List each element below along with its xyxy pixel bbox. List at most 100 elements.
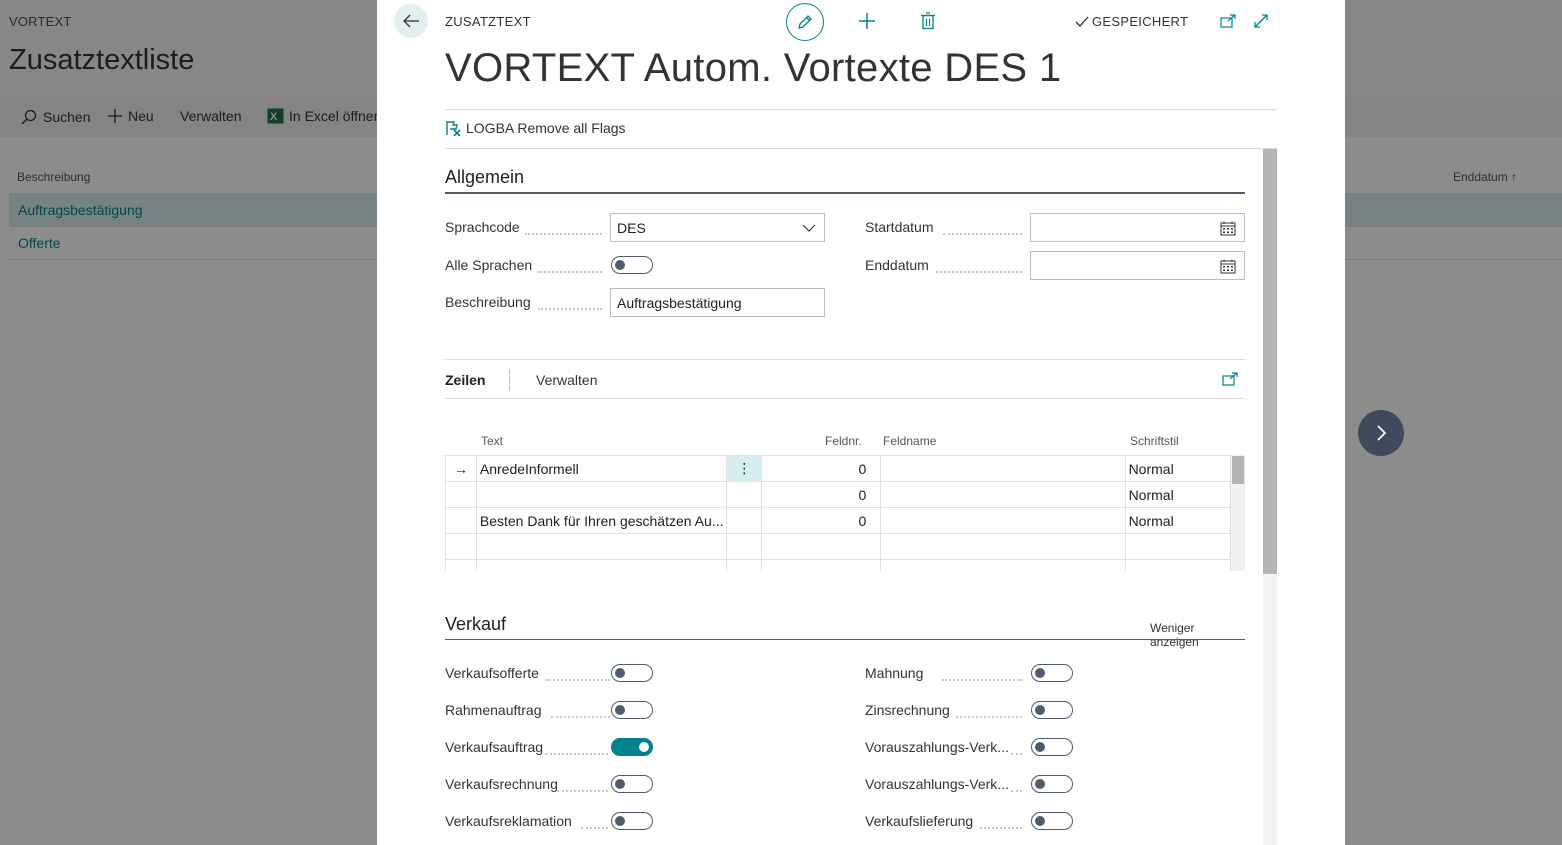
expand-button[interactable] xyxy=(1248,8,1274,34)
sales-option-label: Vorauszahlungs-Verk... xyxy=(865,739,1009,755)
show-less-link[interactable]: Weniger anzeigen xyxy=(1150,621,1245,649)
font-style-cell[interactable]: Normal xyxy=(1125,481,1232,508)
row-indicator xyxy=(445,559,477,571)
sales-option-toggle[interactable] xyxy=(611,775,653,793)
field-name-cell[interactable] xyxy=(880,455,1126,482)
sales-option-toggle[interactable] xyxy=(611,664,653,682)
arrow-left-icon xyxy=(403,14,419,28)
page-title: VORTEXT Autom. Vortexte DES 1 xyxy=(445,46,1062,90)
label-leader xyxy=(980,815,1022,829)
sales-option-toggle[interactable] xyxy=(611,701,653,719)
trash-icon xyxy=(921,12,935,30)
open-lines-window-button[interactable] xyxy=(1222,372,1238,391)
sales-option-toggle[interactable] xyxy=(611,812,653,830)
label-leader xyxy=(581,815,608,829)
sales-option-toggle[interactable] xyxy=(1031,738,1073,756)
sales-option-toggle[interactable] xyxy=(611,738,653,756)
row-actions-cell[interactable] xyxy=(726,481,763,508)
tab-lines[interactable]: Zeilen xyxy=(445,372,485,388)
table-row[interactable] xyxy=(445,533,1232,560)
lines-part-header: Zeilen Verwalten xyxy=(445,359,1245,399)
action-bar-divider xyxy=(445,148,1277,149)
table-row[interactable]: Besten Dank für Ihren geschätzen Au... 0… xyxy=(445,507,1232,534)
column-header-field-no[interactable]: Feldnr. xyxy=(825,434,862,448)
field-name-cell[interactable] xyxy=(880,507,1126,534)
field-no-cell[interactable] xyxy=(761,533,882,560)
field-no-cell[interactable]: 0 xyxy=(761,455,882,482)
next-record-button[interactable] xyxy=(1358,410,1404,456)
font-style-cell[interactable] xyxy=(1125,533,1232,560)
back-button[interactable] xyxy=(394,4,428,38)
row-actions-cell[interactable] xyxy=(726,559,763,571)
column-header-text[interactable]: Text xyxy=(481,434,503,448)
edit-button[interactable] xyxy=(786,3,824,41)
description-field[interactable]: Auftragsbestätigung xyxy=(610,288,825,317)
row-indicator: → xyxy=(445,455,477,482)
column-header-font-style[interactable]: Schriftstil xyxy=(1130,434,1179,448)
sales-option-toggle[interactable] xyxy=(1031,664,1073,682)
field-name-cell[interactable] xyxy=(880,533,1126,560)
calendar-icon[interactable] xyxy=(1220,259,1236,274)
language-code-select[interactable]: DES xyxy=(610,213,825,242)
tab-manage[interactable]: Verwalten xyxy=(536,372,597,388)
plus-icon xyxy=(859,13,875,29)
line-text-cell[interactable]: AnredeInformell xyxy=(476,455,728,482)
font-style-cell[interactable]: Normal xyxy=(1125,455,1232,482)
dialog-breadcrumb: ZUSATZTEXT xyxy=(445,14,531,29)
row-actions-button[interactable]: ⋮ xyxy=(726,455,763,482)
sales-option-toggle[interactable] xyxy=(1031,812,1073,830)
sales-option-label: Mahnung xyxy=(865,665,924,681)
label-leader xyxy=(1011,778,1022,792)
label-leader xyxy=(557,778,608,792)
sales-option-label: Verkaufslieferung xyxy=(865,813,974,829)
arrow-right-icon: → xyxy=(453,460,468,477)
table-row[interactable] xyxy=(445,559,1232,571)
section-title-sales[interactable]: Verkauf xyxy=(445,614,506,635)
field-no-cell[interactable]: 0 xyxy=(761,507,882,534)
section-divider xyxy=(445,192,1245,194)
line-text-cell[interactable] xyxy=(476,559,728,571)
row-actions-cell[interactable] xyxy=(726,507,763,534)
line-text-cell[interactable] xyxy=(476,533,728,560)
start-date-field[interactable] xyxy=(1030,213,1245,242)
sales-option-toggle[interactable] xyxy=(1031,701,1073,719)
font-style-cell[interactable]: Normal xyxy=(1125,507,1232,534)
field-name-cell[interactable] xyxy=(880,481,1126,508)
row-indicator xyxy=(445,507,477,534)
sales-option-label: Zinsrechnung xyxy=(865,702,950,718)
line-text-cell[interactable]: Besten Dank für Ihren geschätzen Au... xyxy=(476,507,728,534)
label-leader xyxy=(546,667,610,681)
label-leader xyxy=(1011,741,1022,755)
all-languages-toggle[interactable] xyxy=(611,256,653,274)
table-row[interactable]: 0 Normal xyxy=(445,481,1232,508)
field-no-cell[interactable]: 0 xyxy=(761,481,882,508)
tab-divider xyxy=(509,369,510,391)
label-leader xyxy=(545,741,608,755)
row-indicator xyxy=(445,533,477,560)
calendar-icon[interactable] xyxy=(1220,221,1236,236)
remove-flags-action[interactable]: LOGBA Remove all Flags xyxy=(445,120,626,136)
save-status-label: GESPEICHERT xyxy=(1092,14,1189,29)
field-no-cell[interactable] xyxy=(761,559,882,571)
open-new-window-button[interactable] xyxy=(1215,8,1241,34)
lines-table: → AnredeInformell ⋮ 0 Normal 0 Normal Be… xyxy=(445,455,1232,571)
label-leader xyxy=(525,221,602,235)
section-title-general[interactable]: Allgemein xyxy=(445,167,524,188)
field-name-cell[interactable] xyxy=(880,559,1126,571)
new-record-button[interactable] xyxy=(854,8,880,34)
more-vertical-icon: ⋮ xyxy=(737,460,752,476)
delete-button[interactable] xyxy=(915,8,941,34)
line-text-cell[interactable] xyxy=(476,481,728,508)
table-row[interactable]: → AnredeInformell ⋮ 0 Normal xyxy=(445,455,1232,482)
lines-scrollbar-thumb[interactable] xyxy=(1232,456,1244,484)
language-code-label: Sprachcode xyxy=(445,219,520,235)
sales-option-toggle[interactable] xyxy=(1031,775,1073,793)
page-scrollbar-thumb[interactable] xyxy=(1263,149,1277,574)
column-header-field-name[interactable]: Feldname xyxy=(883,434,936,448)
label-leader xyxy=(538,296,602,310)
font-style-cell[interactable] xyxy=(1125,559,1232,571)
description-value: Auftragsbestätigung xyxy=(617,294,742,311)
row-actions-cell[interactable] xyxy=(726,533,763,560)
end-date-field[interactable] xyxy=(1030,251,1245,280)
open-in-new-window-icon xyxy=(1222,372,1238,386)
